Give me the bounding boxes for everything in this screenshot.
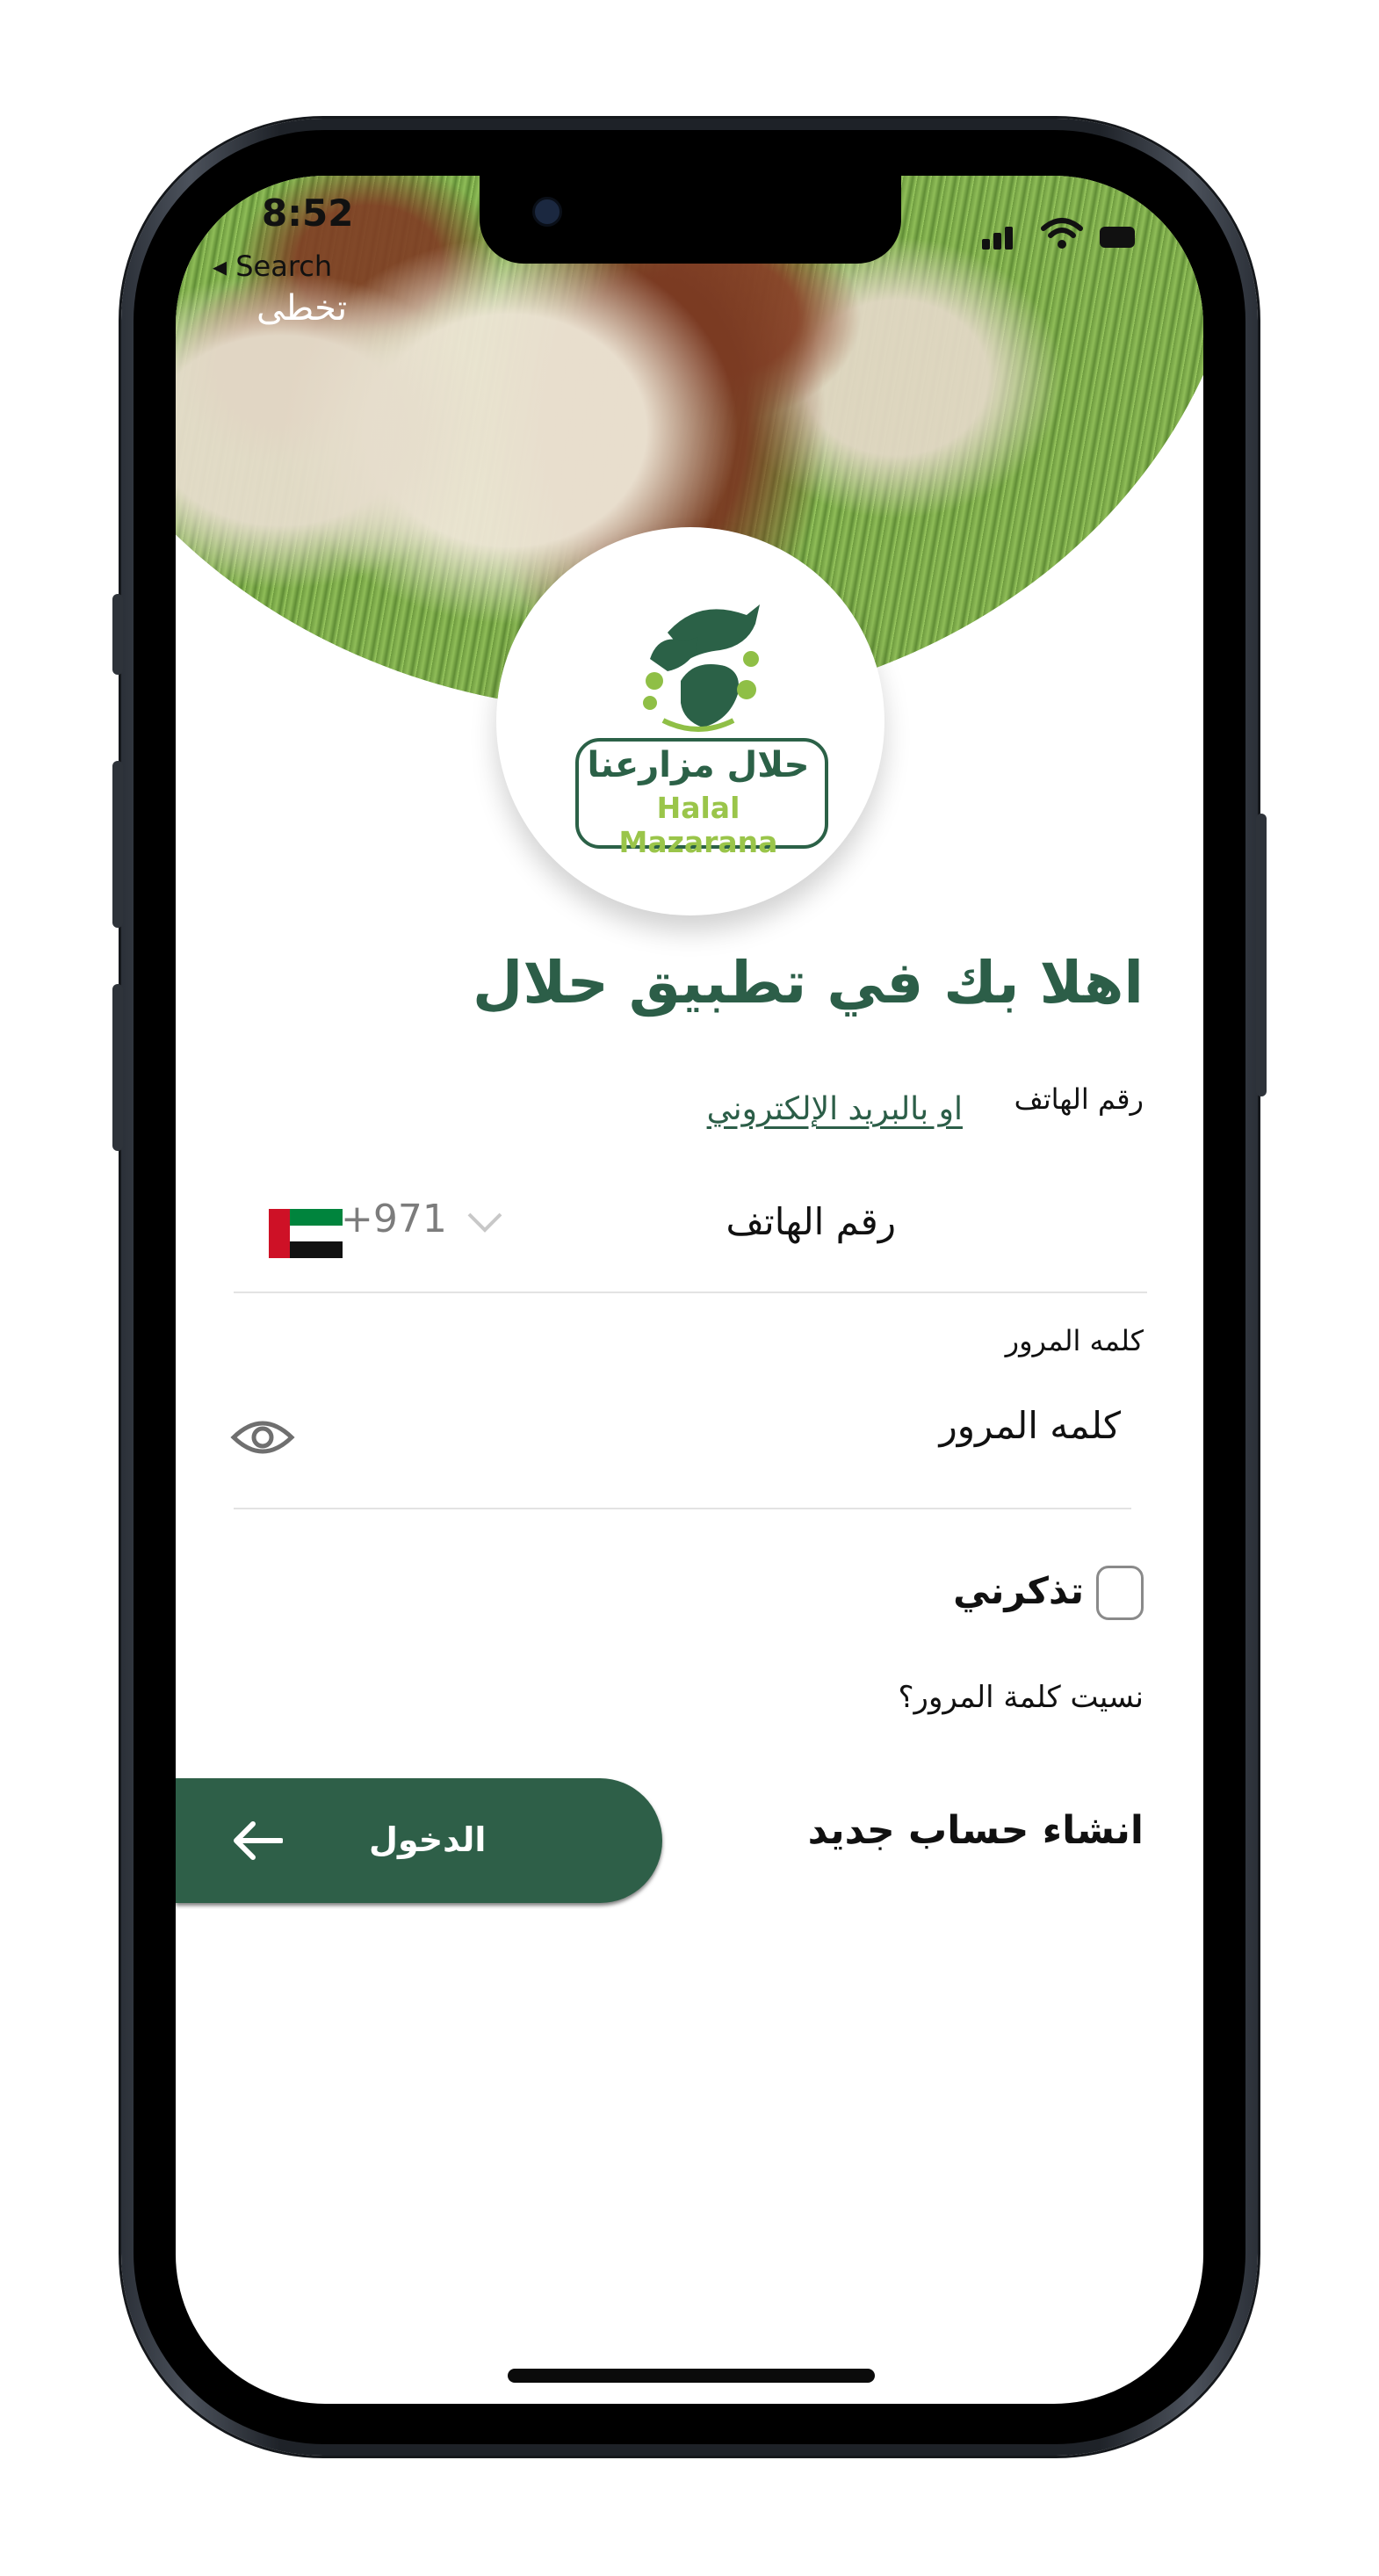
arrow-left-icon bbox=[232, 1819, 284, 1863]
create-account-button[interactable]: انشاء حساب جديد bbox=[808, 1808, 1144, 1853]
volume-down-button bbox=[112, 984, 123, 1151]
password-label: كلمه المرور bbox=[1005, 1324, 1144, 1357]
logo-arabic-text: حلال مزارعنا bbox=[587, 745, 810, 785]
skip-button[interactable]: تخطى bbox=[256, 288, 347, 329]
animals-emblem-icon bbox=[615, 597, 782, 738]
country-code[interactable]: +971 bbox=[341, 1197, 447, 1241]
volume-up-button bbox=[112, 761, 123, 928]
battery-icon bbox=[1100, 227, 1135, 248]
page-title: اهلا بك في تطبيق حلال bbox=[472, 949, 1144, 1017]
front-camera bbox=[532, 197, 562, 227]
home-indicator bbox=[508, 2369, 875, 2383]
remember-me-label: تذكرني bbox=[953, 1569, 1084, 1612]
forgot-password-link[interactable]: نسيت كلمة المرور؟ bbox=[899, 1680, 1144, 1715]
cellular-signal-icon bbox=[982, 220, 1026, 251]
phone-field-underline bbox=[234, 1292, 1147, 1293]
logo-english-text: Halal Mazarana bbox=[618, 791, 778, 859]
remember-me-checkbox[interactable] bbox=[1096, 1566, 1144, 1620]
chevron-down-icon[interactable] bbox=[466, 1202, 504, 1241]
power-button bbox=[1256, 814, 1267, 1096]
password-input[interactable]: كلمه المرور bbox=[939, 1404, 1121, 1447]
uae-flag-icon[interactable] bbox=[269, 1209, 343, 1258]
password-field-underline bbox=[234, 1508, 1131, 1509]
login-button-label: الدخول bbox=[369, 1820, 487, 1859]
eye-icon[interactable] bbox=[230, 1415, 295, 1460]
phone-input[interactable]: رقم الهاتف bbox=[726, 1200, 896, 1243]
back-to-search-link[interactable]: ◂ Search bbox=[213, 250, 332, 283]
app-screen: 8:52 ◂ Search تخطى حلال مزارعنا Halal Ma… bbox=[176, 176, 1203, 2404]
silent-switch bbox=[112, 594, 123, 675]
phone-mode-label[interactable]: رقم الهاتف bbox=[1014, 1082, 1144, 1116]
email-login-link[interactable]: او بالبريد الإلكتروني bbox=[707, 1091, 963, 1127]
status-time: 8:52 bbox=[262, 192, 354, 235]
wifi-icon bbox=[1040, 216, 1084, 251]
